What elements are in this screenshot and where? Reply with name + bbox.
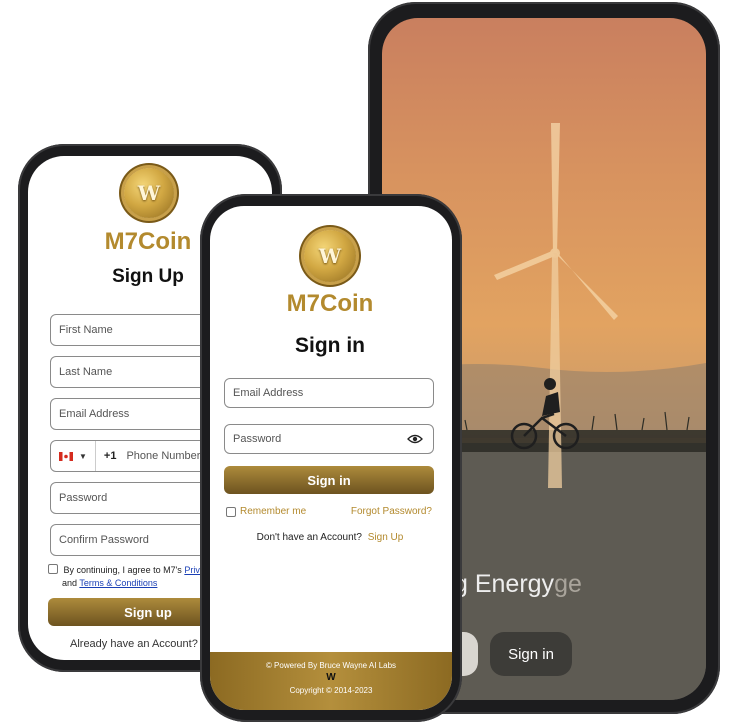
footer-w-logo-icon: W: [326, 672, 336, 683]
signin-button[interactable]: Sign in: [224, 466, 434, 494]
signin-password-field[interactable]: Password: [224, 424, 434, 454]
signin-title: Sign in: [295, 334, 365, 357]
country-selector[interactable]: ▼: [51, 441, 96, 471]
remember-row: Remember me: [226, 506, 306, 517]
footer-copyright: Copyright © 2014-2023: [289, 686, 373, 695]
remember-label: Remember me: [240, 506, 307, 517]
canada-flag-icon: [59, 451, 73, 461]
splash-tagline-text: g Energy: [454, 570, 555, 598]
signin-email-field[interactable]: Email Address: [224, 378, 434, 408]
splash-signin-button[interactable]: Sign in: [490, 632, 572, 676]
signin-brand: M7Coin: [286, 290, 374, 317]
remember-checkbox[interactable]: [226, 506, 236, 517]
country-code: +1: [103, 450, 117, 462]
footer-powered: © Powered By Bruce Wayne AI Labs: [265, 661, 397, 670]
already-account-row: Already have an Account? Si: [70, 638, 214, 650]
terms-checkbox[interactable]: [48, 564, 58, 574]
terms-link[interactable]: Terms & Conditions: [79, 578, 157, 588]
signin-logo-icon: W: [304, 230, 356, 282]
eye-icon[interactable]: [407, 434, 423, 444]
signup-logo-icon: W: [124, 168, 174, 218]
splash-tagline-ghost: ge: [554, 570, 582, 598]
caret-down-icon: ▼: [79, 451, 87, 461]
signin-signup-link[interactable]: Sign Up: [368, 532, 404, 543]
phone-placeholder: Phone Number: [126, 450, 201, 462]
no-account-row: Don't have an Account? Sign Up: [256, 532, 404, 543]
signin-phone: W M7Coin Sign in Email Address Password …: [200, 194, 462, 722]
forgot-password-link[interactable]: Forgot Password?: [351, 506, 432, 517]
signin-screen: W M7Coin Sign in Email Address Password …: [210, 206, 452, 710]
splash-tagline: g Energyge: [454, 570, 582, 599]
signin-footer: © Powered By Bruce Wayne AI Labs W Copyr…: [210, 652, 452, 710]
